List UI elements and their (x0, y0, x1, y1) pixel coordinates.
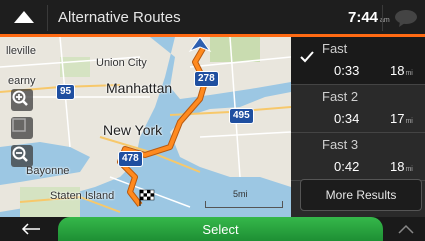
map-label: earny (8, 75, 36, 87)
back-button[interactable] (14, 220, 48, 238)
map-label: Staten Island (50, 190, 115, 202)
route-time: 0:42 (334, 159, 360, 174)
route-name: Fast 2 (322, 89, 359, 104)
route-distance-value: 18 (390, 63, 405, 78)
divider (47, 5, 48, 31)
highway-shield: 495 (229, 108, 254, 124)
zoom-out-icon (12, 146, 28, 162)
up-button[interactable] (4, 3, 44, 31)
highway-shield: 478 (118, 151, 143, 167)
map-label: New York (103, 122, 163, 138)
route-time: 0:33 (334, 63, 360, 78)
zoom-out-button[interactable] (11, 145, 33, 167)
route-distance-value: 18 (390, 159, 405, 174)
expand-button[interactable] (392, 221, 420, 237)
route-time: 0:34 (334, 111, 360, 126)
route-list: Fast 0:33 18mi Fast 2 0:34 17mi Fast 3 0… (291, 37, 425, 217)
map-label: Bayonne (26, 165, 70, 177)
map-label: Manhattan (106, 80, 173, 96)
messages-button[interactable] (390, 4, 422, 32)
route-distance-unit: mi (405, 166, 413, 173)
select-button[interactable]: Select (58, 217, 383, 241)
map-label: Union City (96, 57, 147, 69)
route-distance-unit: mi (405, 70, 413, 77)
view-mode-button[interactable] (11, 117, 33, 139)
highway-shield: 278 (194, 71, 219, 87)
speech-bubble-icon (395, 10, 417, 27)
map-label: lleville (6, 45, 36, 57)
map-view[interactable]: lleville Union City earny Manhattan New … (0, 37, 291, 217)
scale-bar (205, 201, 283, 208)
route-distance-value: 17 (390, 111, 405, 126)
route-option-fast[interactable]: Fast 0:33 18mi (291, 37, 425, 85)
highway-shield: 95 (56, 84, 76, 100)
chevron-up-icon (398, 224, 414, 234)
clock: 7:44 am (348, 9, 390, 26)
route-distance: 18mi (390, 159, 413, 174)
perspective-icon (12, 118, 26, 132)
route-distance: 17mi (390, 111, 413, 126)
divider (382, 5, 383, 31)
bottom-bar: Select (0, 217, 425, 241)
zoom-in-button[interactable] (11, 89, 33, 111)
scale-label: 5mi (233, 189, 248, 199)
route-option-fast-2[interactable]: Fast 2 0:34 17mi (291, 85, 425, 133)
page-title: Alternative Routes (58, 9, 181, 26)
route-distance: 18mi (390, 63, 413, 78)
back-arrow-icon (21, 223, 40, 235)
top-bar: Alternative Routes 7:44 am (0, 0, 425, 37)
route-distance-unit: mi (405, 118, 413, 125)
zoom-in-icon (12, 90, 28, 106)
chevron-up-icon (14, 11, 34, 23)
checkmark-icon (300, 51, 314, 63)
navigation-app: Alternative Routes 7:44 am lleville Unio… (0, 0, 425, 241)
route-option-fast-3[interactable]: Fast 3 0:42 18mi (291, 133, 425, 181)
route-name: Fast (322, 41, 348, 56)
more-results-button[interactable]: More Results (300, 179, 422, 211)
clock-time: 7:44 (348, 9, 379, 26)
route-name: Fast 3 (322, 137, 359, 152)
